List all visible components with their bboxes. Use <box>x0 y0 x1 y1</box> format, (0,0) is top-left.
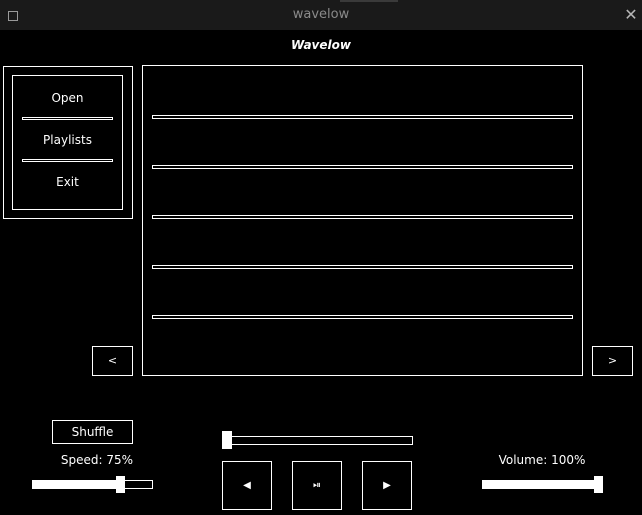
app-title: Wavelow <box>291 38 351 52</box>
next-icon: ▶ <box>383 480 391 491</box>
speed-slider-knob[interactable] <box>116 476 125 493</box>
previous-track-button[interactable]: ◀ <box>222 461 272 510</box>
playlist-row[interactable] <box>152 215 573 219</box>
window-title: wavelow <box>292 7 350 22</box>
playlist-row[interactable] <box>152 115 573 119</box>
playlist-row[interactable] <box>152 165 573 169</box>
play-pause-button[interactable]: ⏯ <box>292 461 342 510</box>
playlist-row[interactable] <box>152 315 573 319</box>
volume-slider[interactable] <box>482 480 603 489</box>
menu-separator <box>22 117 113 120</box>
previous-icon: ◀ <box>243 480 251 491</box>
volume-slider-knob[interactable] <box>594 476 603 493</box>
menu-separator <box>22 159 113 162</box>
seek-slider-knob[interactable] <box>222 431 232 449</box>
menu-item-open[interactable]: Open <box>12 91 123 105</box>
next-track-button[interactable]: ▶ <box>362 461 412 510</box>
play-pause-icon: ⏯ <box>313 480 321 491</box>
shuffle-button[interactable]: Shuffle <box>52 420 133 444</box>
volume-slider-fill <box>483 481 600 488</box>
playlist-row[interactable] <box>152 265 573 269</box>
volume-label: Volume: 100% <box>498 453 586 467</box>
menu-item-playlists[interactable]: Playlists <box>12 133 123 147</box>
speed-slider[interactable] <box>32 480 153 489</box>
speed-label: Speed: 75% <box>60 453 134 467</box>
close-icon[interactable]: ✕ <box>623 7 639 23</box>
prev-page-button[interactable]: < <box>92 346 133 376</box>
playlist-box <box>142 65 583 376</box>
speed-slider-fill <box>33 481 122 488</box>
menu-item-exit[interactable]: Exit <box>12 175 123 189</box>
next-page-button[interactable]: > <box>592 346 633 376</box>
seek-slider[interactable] <box>222 436 413 445</box>
